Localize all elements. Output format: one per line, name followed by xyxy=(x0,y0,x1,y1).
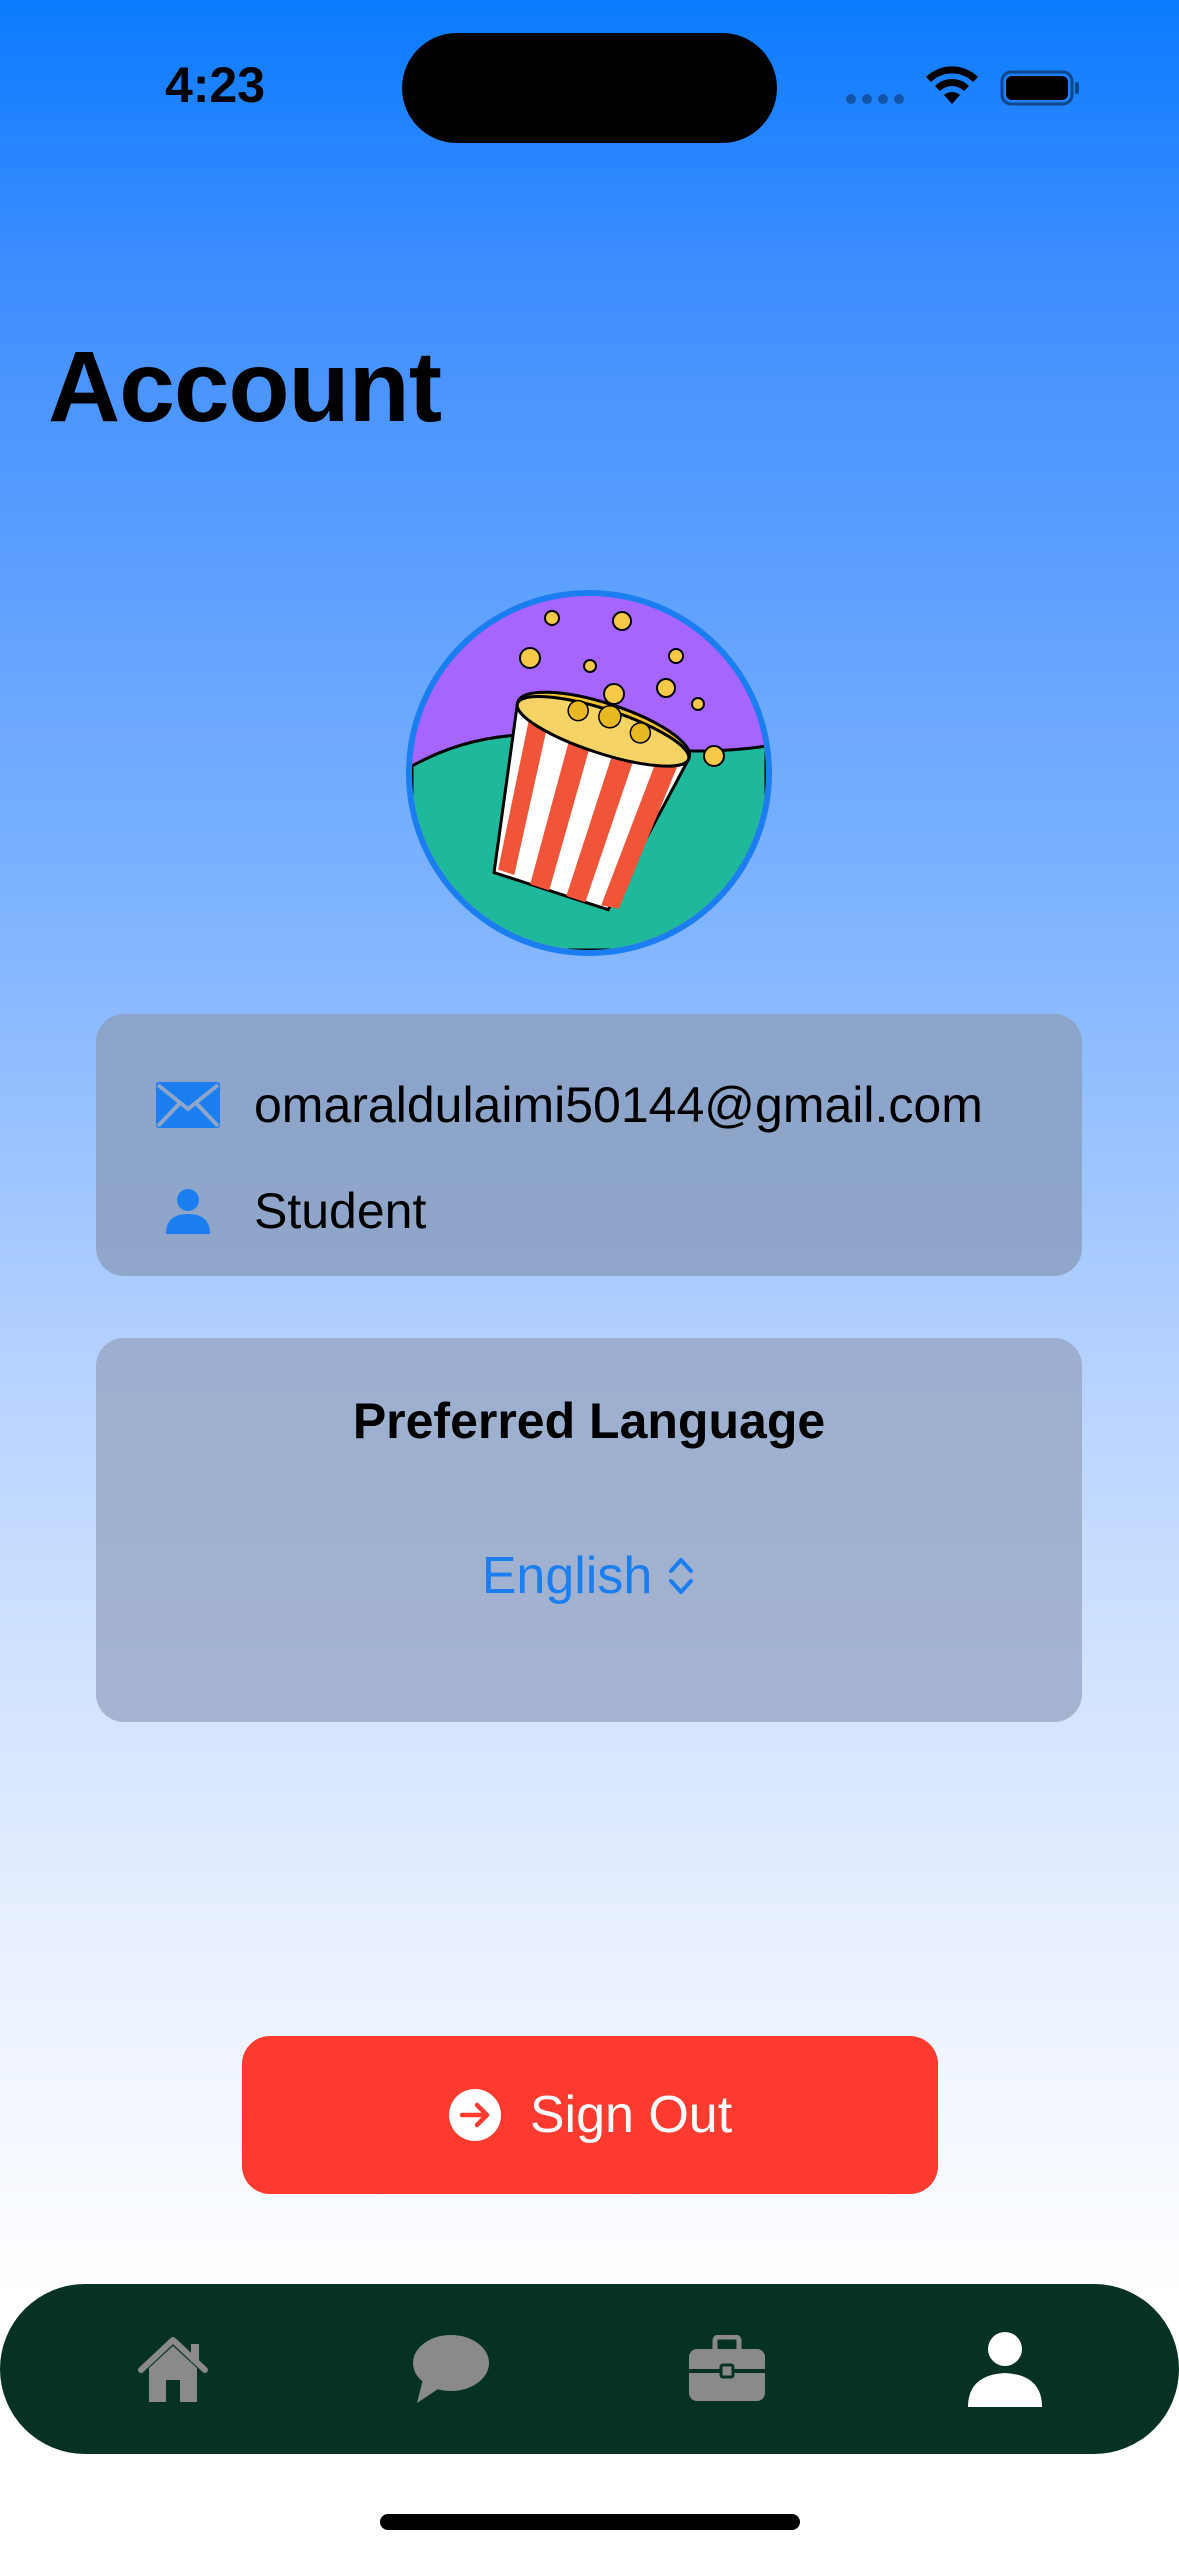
profile-info-card: omaraldulaimi50144@gmail.com Student xyxy=(96,1014,1082,1276)
chat-bubble-icon xyxy=(413,2335,489,2403)
avatar[interactable] xyxy=(406,590,772,956)
person-icon xyxy=(156,1185,220,1237)
language-picker-value: English xyxy=(481,1547,653,1605)
page-title: Account xyxy=(48,331,442,443)
briefcase-icon xyxy=(689,2335,765,2401)
sign-out-label: Sign Out xyxy=(529,2086,733,2144)
email-row: omaraldulaimi50144@gmail.com xyxy=(156,1076,983,1134)
arrow-right-circle-icon xyxy=(448,2089,501,2141)
home-indicator xyxy=(380,2514,800,2530)
preferred-language-card: Preferred Language English xyxy=(96,1338,1082,1722)
tab-bar xyxy=(0,2284,1179,2454)
sign-out-button[interactable]: Sign Out xyxy=(242,2036,938,2194)
tab-chat[interactable] xyxy=(406,2324,496,2414)
account-screen: 4:23 Account omaraldulaimi50144@gmail.co… xyxy=(0,0,1179,2556)
tab-home[interactable] xyxy=(128,2324,218,2414)
email-text: omaraldulaimi50144@gmail.com xyxy=(254,1077,983,1133)
wifi-icon xyxy=(926,66,978,104)
dynamic-island xyxy=(402,33,777,143)
envelope-icon xyxy=(156,1079,220,1131)
chevron-up-down-icon xyxy=(669,1558,694,1594)
house-icon xyxy=(138,2337,208,2402)
popcorn-bucket-icon xyxy=(412,596,766,950)
language-picker[interactable]: English xyxy=(96,1546,1082,1606)
role-text: Student xyxy=(254,1183,427,1239)
battery-icon xyxy=(1000,70,1079,106)
person-icon xyxy=(968,2332,1042,2407)
preferred-language-title: Preferred Language xyxy=(352,1393,826,1449)
role-row: Student xyxy=(156,1182,426,1240)
status-time: 4:23 xyxy=(164,57,266,113)
cellular-signal-icon xyxy=(846,94,904,104)
tab-jobs[interactable] xyxy=(682,2324,772,2414)
tab-account[interactable] xyxy=(960,2324,1050,2414)
